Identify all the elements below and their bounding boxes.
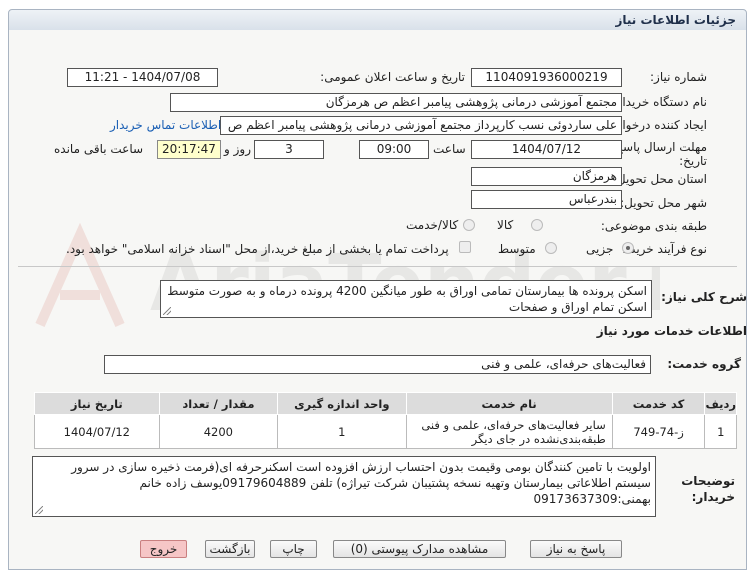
general-desc-field: اسکن پرونده ها بیمارستان تمامی اوراق به … <box>160 280 652 318</box>
deadline-date-field: 1404/07/12 <box>471 140 622 159</box>
services-section-title: اطلاعات خدمات مورد نیاز <box>596 324 747 338</box>
buyer-contact-link[interactable]: اطلاعات تماس خریدار <box>110 118 221 132</box>
services-table: ردیف کد خدمت نام خدمت واحد اندازه گیری م… <box>34 392 737 449</box>
province-label: استان محل تحویل: <box>612 172 707 186</box>
days-field: 3 <box>254 140 324 159</box>
service-group-label: گروه خدمت: <box>667 357 741 371</box>
buyer-notes-label-2: خریدار: <box>691 490 735 504</box>
cell-need-date: 1404/07/12 <box>34 414 160 449</box>
reply-button[interactable]: پاسخ به نیاز <box>530 540 622 558</box>
cell-service-code: ز-74-749 <box>611 414 706 449</box>
need-number-label: شماره نیاز: <box>650 70 707 84</box>
category-option-goods-service: کالا/خدمت <box>406 218 459 232</box>
back-button[interactable]: بازگشت <box>205 540 255 558</box>
category-label: طبقه بندی موضوعی: <box>600 219 707 233</box>
purchase-option-medium: متوسط <box>498 242 536 256</box>
purchase-radio-minor[interactable] <box>622 242 634 254</box>
table-header-row: ردیف کد خدمت نام خدمت واحد اندازه گیری م… <box>34 392 737 415</box>
resize-handle-icon[interactable] <box>35 506 43 514</box>
need-number-field: 1104091936000219 <box>471 68 622 87</box>
remaining-time-field: 20:17:47 <box>157 140 221 159</box>
requester-field: علی ساردوئی نسب کارپرداز مجتمع آموزشی در… <box>220 116 622 135</box>
category-radio-goods-service[interactable] <box>463 219 475 231</box>
category-option-goods: کالا <box>497 218 514 232</box>
category-radio-goods[interactable] <box>531 219 543 231</box>
cell-row-number: 1 <box>704 414 737 449</box>
buyer-notes-field: اولویت با تامین کنندگان بومی وقیمت بدون … <box>32 456 656 517</box>
announce-datetime-field: 1404/07/08 - 11:21 <box>67 68 218 87</box>
purchase-radio-medium[interactable] <box>545 242 557 254</box>
col-header-row-number: ردیف <box>704 392 737 415</box>
cell-quantity: 4200 <box>158 414 279 449</box>
cell-service-name: سایر فعالیت‌های حرفه‌ای، علمی و فنی طبقه… <box>405 414 613 449</box>
cell-unit: 1 <box>277 414 407 449</box>
days-label: روز و <box>224 142 251 156</box>
province-field: هرمزگان <box>471 167 622 186</box>
divider <box>18 266 737 267</box>
exit-button[interactable]: خروج <box>140 540 187 558</box>
deadline-time-field: 09:00 <box>359 140 429 159</box>
general-desc-label: شرح کلی نیاز: <box>661 290 747 304</box>
col-header-service-code: کد خدمت <box>611 392 706 415</box>
buyer-org-field: مجتمع آموزشی درمانی پژوهشی پیامبر اعظم ص… <box>170 93 622 112</box>
purchase-type-label: نوع فرآیند خرید : <box>622 242 707 256</box>
buyer-notes-text: اولویت با تامین کنندگان بومی وقیمت بدون … <box>71 460 651 506</box>
treasury-note: پرداخت تمام یا بخشی از مبلغ خرید،از محل … <box>66 242 449 256</box>
general-desc-text: اسکن پرونده ها بیمارستان تمامی اوراق به … <box>167 284 647 314</box>
city-label: شهر محل تحویل: <box>620 196 707 210</box>
treasury-checkbox[interactable] <box>459 241 471 253</box>
header-bar: جزئیات اطلاعات نیاز <box>8 9 747 31</box>
remaining-time-label: ساعت باقی مانده <box>54 142 144 156</box>
buyer-org-label: نام دستگاه خریدار: <box>612 95 708 109</box>
col-header-quantity: مقدار / تعداد <box>158 392 279 415</box>
announce-datetime-label: تاریخ و ساعت اعلان عمومی: <box>320 70 465 84</box>
city-field: بندرعباس <box>471 190 622 209</box>
purchase-option-minor: جزیی <box>586 242 614 256</box>
page-title: جزئیات اطلاعات نیاز <box>615 13 736 27</box>
deadline-time-label: ساعت <box>433 142 466 156</box>
resize-handle-icon[interactable] <box>163 307 171 315</box>
col-header-service-name: نام خدمت <box>405 392 613 415</box>
attachments-button[interactable]: مشاهده مدارک پیوستی (0) <box>333 540 506 558</box>
buyer-notes-label: توضیحات <box>681 474 735 488</box>
table-row: 1 ز-74-749 سایر فعالیت‌های حرفه‌ای، علمی… <box>34 414 737 449</box>
deadline-label-date: تاریخ: <box>679 154 707 168</box>
col-header-unit: واحد اندازه گیری <box>277 392 407 415</box>
print-button[interactable]: چاپ <box>270 540 317 558</box>
col-header-need-date: تاریخ نیاز <box>34 392 160 415</box>
service-group-field: فعالیت‌های حرفه‌ای، علمی و فنی <box>104 355 651 374</box>
